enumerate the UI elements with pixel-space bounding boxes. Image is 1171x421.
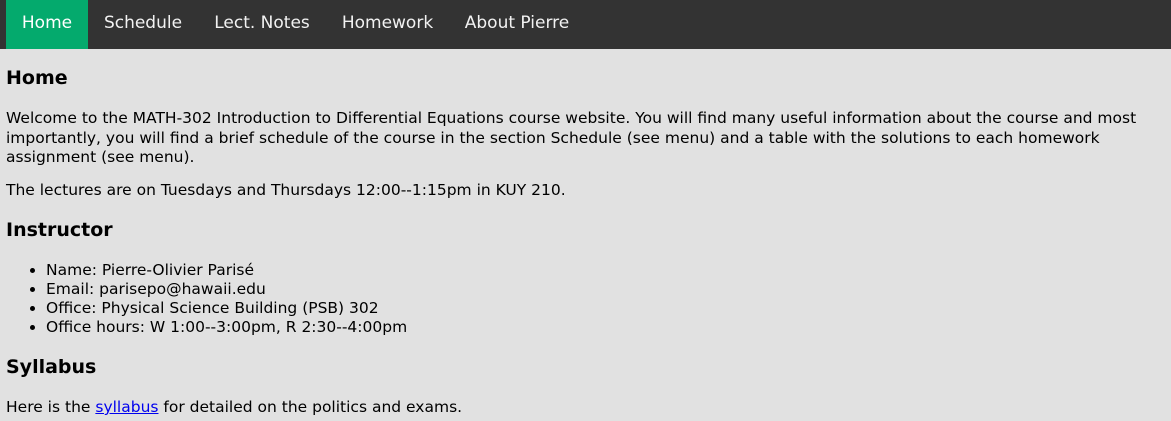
instructor-name: Name: Pierre-Olivier Parisé: [46, 261, 407, 280]
instructor-email: Email: parisepo@hawaii.edu: [46, 280, 407, 299]
syllabus-text-after: for detailed on the politics and exams.: [158, 398, 463, 416]
instructor-list: Name: Pierre-Olivier Parisé Email: paris…: [6, 261, 407, 337]
welcome-paragraph: Welcome to the MATH-302 Introduction to …: [6, 109, 1137, 166]
home-heading: Home: [6, 67, 68, 89]
instructor-heading: Instructor: [6, 219, 113, 241]
syllabus-heading: Syllabus: [6, 356, 97, 378]
nav-item-about-pierre[interactable]: About Pierre: [449, 0, 585, 49]
syllabus-text-before: Here is the: [6, 398, 96, 416]
nav-item-schedule[interactable]: Schedule: [88, 0, 198, 49]
top-navigation-bar: Home Schedule Lect. Notes Homework About…: [0, 0, 1171, 49]
nav-item-homework[interactable]: Homework: [326, 0, 449, 49]
nav-item-lecture-notes[interactable]: Lect. Notes: [198, 0, 326, 49]
instructor-office: Office: Physical Science Building (PSB) …: [46, 299, 407, 318]
lectures-paragraph: The lectures are on Tuesdays and Thursda…: [6, 181, 566, 199]
syllabus-paragraph: Here is the syllabus for detailed on the…: [6, 398, 1146, 418]
instructor-office-hours: Office hours: W 1:00--3:00pm, R 2:30--4:…: [46, 318, 407, 337]
syllabus-link[interactable]: syllabus: [95, 398, 158, 416]
nav-item-home[interactable]: Home: [6, 0, 88, 49]
